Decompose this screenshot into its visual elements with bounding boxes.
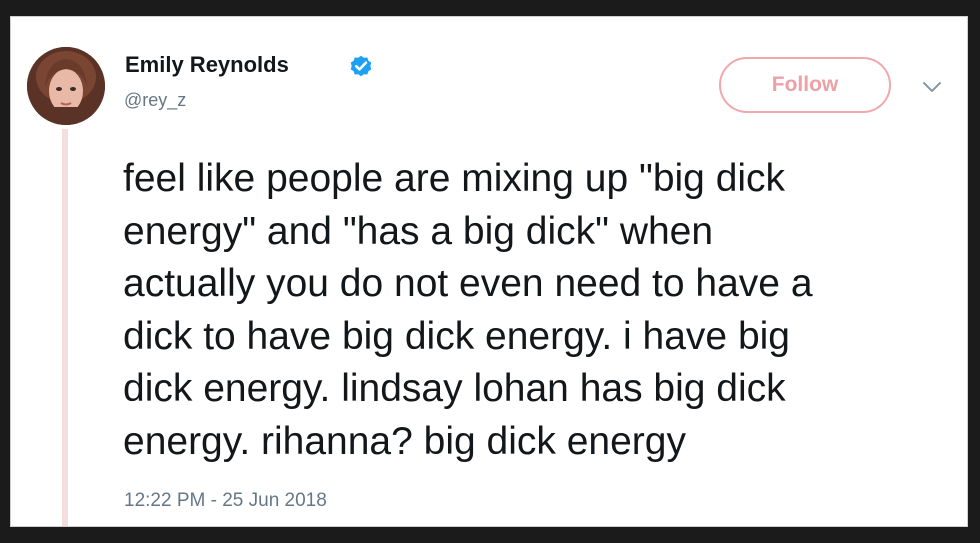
user-handle[interactable]: @rey_z (124, 90, 186, 111)
thread-line (62, 129, 68, 526)
verified-badge-icon (350, 55, 372, 77)
tweet-timestamp[interactable]: 12:22 PM - 25 Jun 2018 (124, 490, 327, 512)
avatar[interactable] (27, 47, 105, 125)
screenshot-frame: Emily Reynolds @rey_z Follow feel like p… (0, 0, 980, 543)
follow-button[interactable]: Follow (719, 57, 891, 113)
display-name[interactable]: Emily Reynolds (125, 52, 289, 78)
profile-photo-icon (27, 47, 105, 125)
tweet-text: feel like people are mixing up "big dick… (123, 157, 813, 463)
tweet-card: Emily Reynolds @rey_z Follow feel like p… (10, 16, 968, 527)
chevron-down-icon[interactable] (921, 79, 943, 95)
